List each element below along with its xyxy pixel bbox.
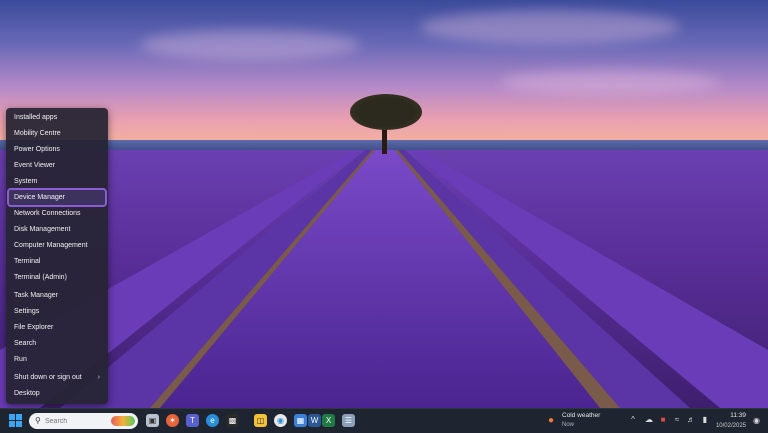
- lavender-rows: [0, 150, 768, 408]
- excel-icon[interactable]: X: [322, 414, 335, 427]
- search-input[interactable]: [45, 415, 105, 427]
- menu-item-mobility-centre[interactable]: Mobility Centre: [9, 126, 105, 141]
- search-highlight-icon: [111, 416, 135, 426]
- copilot-icon[interactable]: ✶: [166, 414, 179, 427]
- store-icon[interactable]: ▦: [294, 414, 307, 427]
- teams-icon[interactable]: T: [186, 414, 199, 427]
- menu-item-terminal[interactable]: Terminal: [9, 254, 105, 269]
- menu-item-file-explorer[interactable]: File Explorer: [9, 320, 105, 335]
- battery-icon[interactable]: ▮: [700, 414, 710, 426]
- weather-widget[interactable]: ● Cold weather Now: [548, 411, 612, 431]
- tree-crown: [350, 94, 422, 130]
- wifi-icon[interactable]: ≈: [672, 414, 682, 426]
- file-explorer-icon[interactable]: ◫: [254, 414, 267, 427]
- notepad-icon[interactable]: ☰: [342, 414, 355, 427]
- clock-date: 10/02/2025: [715, 423, 746, 429]
- start-button[interactable]: [9, 414, 23, 428]
- taskbar-search-box[interactable]: ⚲: [29, 413, 138, 429]
- chrome-icon[interactable]: ◉: [274, 414, 287, 427]
- wallpaper-cloud: [420, 10, 680, 44]
- menu-item-device-manager[interactable]: Device Manager: [7, 188, 107, 207]
- weather-time: Now: [562, 422, 575, 428]
- menu-item-search[interactable]: Search: [9, 336, 105, 351]
- menu-item-shut-down-or-sign-out[interactable]: Shut down or sign out ›: [9, 370, 105, 385]
- thermometer-icon: ●: [548, 415, 555, 426]
- menu-item-installed-apps[interactable]: Installed apps: [9, 110, 105, 125]
- search-icon: ⚲: [35, 416, 41, 425]
- edge-icon[interactable]: e: [206, 414, 219, 427]
- menu-item-desktop[interactable]: Desktop: [9, 386, 105, 401]
- task-view-icon[interactable]: ▣: [146, 414, 159, 427]
- desktop-wallpaper: [0, 0, 768, 408]
- menu-item-run[interactable]: Run: [9, 352, 105, 367]
- menu-item-network-connections[interactable]: Network Connections: [9, 206, 105, 221]
- menu-item-terminal-admin[interactable]: Terminal (Admin): [9, 270, 105, 285]
- lavender-field: [0, 150, 768, 408]
- windows-app-icon[interactable]: ▩: [226, 414, 239, 427]
- clock-time: 11:39: [730, 412, 746, 419]
- app-tray-icon[interactable]: ■: [658, 414, 668, 426]
- menu-item-system[interactable]: System: [9, 174, 105, 189]
- word-icon[interactable]: W: [308, 414, 321, 427]
- menu-item-disk-management[interactable]: Disk Management: [9, 222, 105, 237]
- cloud-icon[interactable]: ☁: [644, 414, 654, 426]
- menu-item-event-viewer[interactable]: Event Viewer: [9, 158, 105, 173]
- chevron-right-icon: ›: [97, 374, 100, 381]
- taskbar: ⚲ ▣ ✶ T e ▩ ◫ ◉ ▦ W X ☰ ● Cold weather N…: [0, 408, 768, 433]
- menu-item-power-options[interactable]: Power Options: [9, 142, 105, 157]
- quick-link-menu: Installed apps Mobility Centre Power Opt…: [6, 108, 108, 404]
- system-clock[interactable]: 11:39 10/02/2025: [712, 411, 746, 431]
- menu-item-task-manager[interactable]: Task Manager: [9, 288, 105, 303]
- menu-item-settings[interactable]: Settings: [9, 304, 105, 319]
- weather-condition: Cold weather: [562, 412, 601, 419]
- wallpaper-cloud: [140, 30, 360, 60]
- chevron-up-icon[interactable]: ^: [628, 414, 638, 426]
- wallpaper-cloud: [500, 70, 720, 94]
- menu-item-label: Shut down or sign out: [14, 374, 82, 381]
- volume-icon[interactable]: ♬: [686, 414, 696, 426]
- menu-item-computer-management[interactable]: Computer Management: [9, 238, 105, 253]
- notification-bell-icon[interactable]: ◉: [751, 415, 762, 426]
